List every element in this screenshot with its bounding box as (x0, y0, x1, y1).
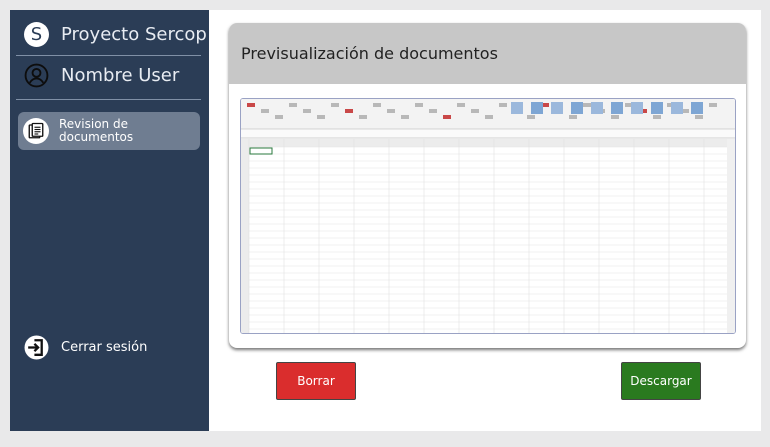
sidebar: S Proyecto Sercop Nombre User Revision d… (10, 10, 209, 431)
logout-icon (24, 335, 49, 360)
user-icon (24, 63, 49, 88)
sidebar-item-revision-documentos[interactable]: Revision de documentos (18, 112, 200, 150)
logout-label: Cerrar sesión (61, 340, 148, 355)
brand: S Proyecto Sercop (24, 22, 207, 47)
sidebar-item-label: Revision de documentos (59, 117, 134, 144)
document-icon (23, 118, 49, 144)
brand-name: Proyecto Sercop (61, 24, 207, 45)
page-title: Previsualización de documentos (241, 44, 498, 63)
divider (16, 55, 201, 56)
divider (16, 99, 201, 100)
preview-card: Previsualización de documentos (229, 23, 746, 348)
logout-button[interactable]: Cerrar sesión (24, 335, 147, 360)
user-info: Nombre User (24, 63, 179, 88)
document-preview[interactable] (240, 98, 736, 334)
download-button[interactable]: Descargar (621, 362, 701, 400)
user-name: Nombre User (61, 65, 180, 86)
card-header: Previsualización de documentos (229, 23, 746, 84)
delete-button[interactable]: Borrar (276, 362, 356, 400)
spreadsheet-preview-image (241, 99, 735, 333)
brand-logo: S (24, 22, 49, 47)
